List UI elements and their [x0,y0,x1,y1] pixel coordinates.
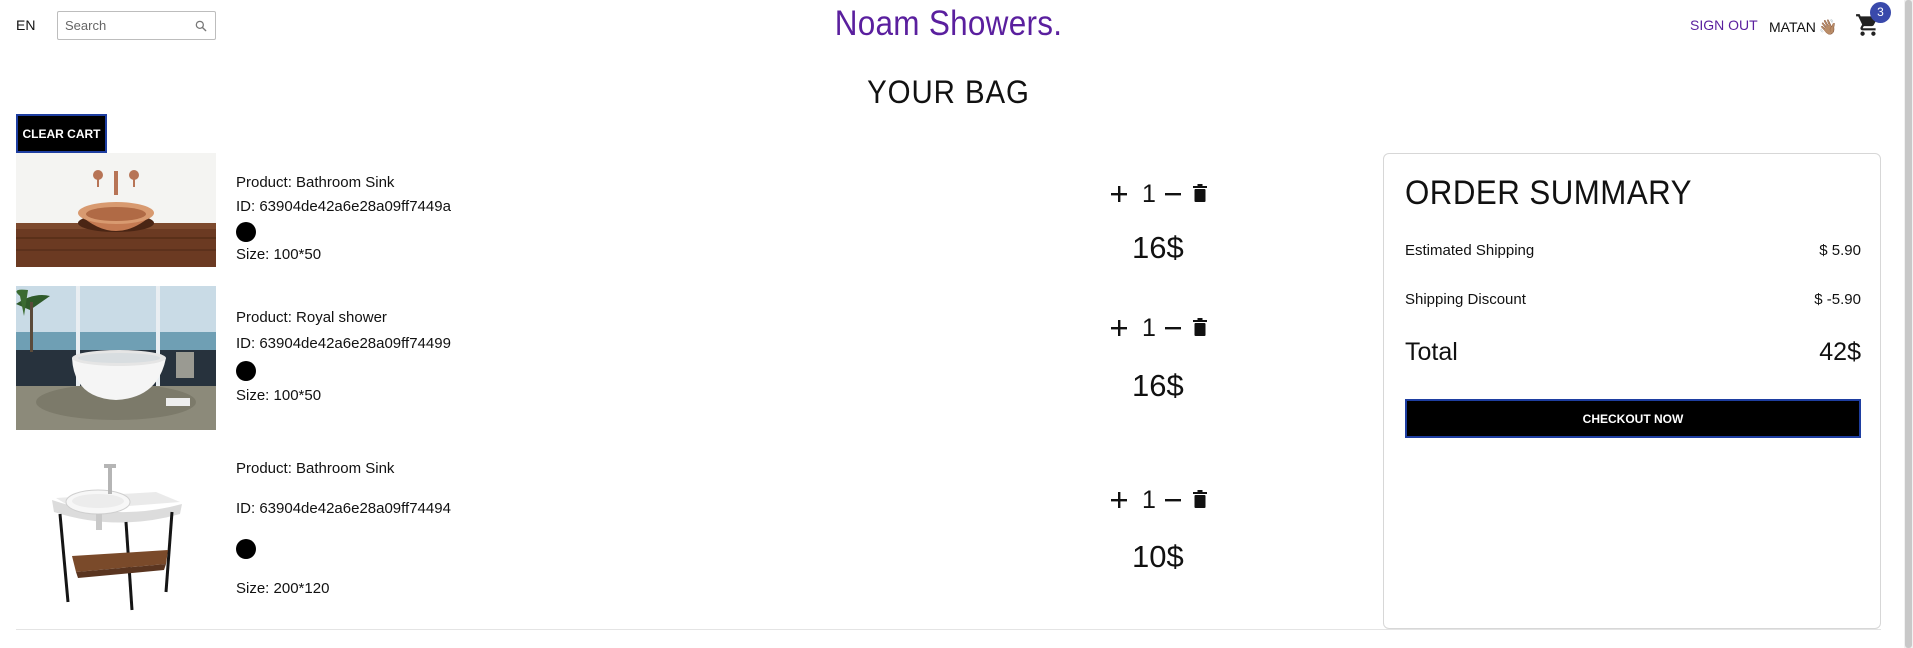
item-price: 16$ [1132,368,1184,403]
plus-icon[interactable] [1110,319,1128,337]
item-price: 16$ [1132,230,1184,265]
user-name: MATAN [1769,19,1816,35]
user-greeting: MATAN 👋🏽 [1769,18,1838,36]
total-row: Total 42$ [1405,338,1861,367]
product-name: Product: Bathroom Sink [236,174,395,191]
scrollbar-thumb[interactable] [1905,0,1912,648]
item-price: 10$ [1132,539,1184,574]
sign-out-link[interactable]: SIGN OUT [1690,17,1758,33]
order-summary-title: ORDER SUMMARY [1405,174,1692,212]
language-selector[interactable]: EN [16,17,35,33]
quantity-value: 1 [1142,180,1156,208]
cart-count-badge: 3 [1870,2,1891,23]
product-size: Size: 100*50 [236,387,322,404]
page-title: YOUR BAG [867,74,1030,110]
minus-icon[interactable] [1164,319,1182,337]
product-id: ID: 63904de42a6e28a09ff74499 [236,335,451,352]
product-name: Product: Royal shower [236,309,387,326]
estimated-shipping-value: $ 5.90 [1819,242,1861,259]
minus-icon[interactable] [1164,491,1182,509]
product-name: Product: Bathroom Sink [236,460,395,477]
quantity-control: 1 [1110,314,1210,343]
clear-cart-button[interactable]: CLEAR CART [16,114,107,153]
shipping-discount-row: Shipping Discount $ -5.90 [1405,291,1861,308]
brand-logo[interactable]: Noam Showers. [95,4,1802,44]
estimated-shipping-label: Estimated Shipping [1405,242,1535,259]
color-swatch [236,361,256,381]
estimated-shipping-row: Estimated Shipping $ 5.90 [1405,242,1861,259]
product-id: ID: 63904de42a6e28a09ff7449a [236,198,451,215]
color-swatch [236,222,256,242]
divider [16,629,1881,630]
product-image[interactable] [16,286,216,430]
total-value: 42$ [1819,338,1861,366]
plus-icon[interactable] [1110,185,1128,203]
product-size: Size: 200*120 [236,580,330,597]
quantity-control: 1 [1110,486,1210,515]
page-scrollbar[interactable] [1904,0,1913,648]
order-summary-panel: ORDER SUMMARY Estimated Shipping $ 5.90 … [1383,153,1881,629]
shipping-discount-value: $ -5.90 [1814,291,1861,308]
shipping-discount-label: Shipping Discount [1405,291,1526,308]
product-id: ID: 63904de42a6e28a09ff74494 [236,500,451,517]
cart-item: Product: Bathroom Sink ID: 63904de42a6e2… [16,452,1207,620]
quantity-control: 1 [1110,180,1210,209]
quantity-value: 1 [1142,486,1156,514]
quantity-value: 1 [1142,314,1156,342]
plus-icon[interactable] [1110,491,1128,509]
trash-icon[interactable] [1192,489,1208,509]
minus-icon[interactable] [1164,185,1182,203]
product-image[interactable] [16,153,216,267]
cart-item: Product: Royal shower ID: 63904de42a6e28… [16,286,1207,430]
product-size: Size: 100*50 [236,246,322,263]
cart-item: Product: Bathroom Sink ID: 63904de42a6e2… [16,153,1207,267]
color-swatch [236,539,256,559]
product-image[interactable] [16,452,216,620]
checkout-button[interactable]: CHECKOUT NOW [1405,399,1861,438]
total-label: Total [1405,338,1458,366]
trash-icon[interactable] [1192,317,1208,337]
wave-icon: 👋🏽 [1818,19,1838,36]
trash-icon[interactable] [1192,183,1208,203]
